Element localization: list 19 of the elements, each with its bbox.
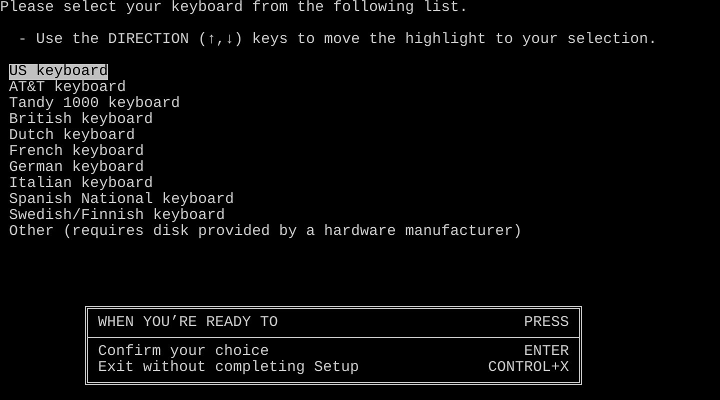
action-label: Exit without completing Setup [98,360,360,376]
keyboard-option[interactable]: US keyboard [9,64,108,80]
keyboard-option[interactable]: British keyboard [9,112,154,128]
keyboard-option[interactable]: AT&T keyboard [9,80,126,96]
keyboard-option[interactable]: Italian keyboard [9,176,154,192]
keyboard-option[interactable]: Spanish National keyboard [9,192,234,208]
keyboard-option[interactable]: German keyboard [9,160,144,176]
heading: Please select your keyboard from the following list. [0,0,470,16]
key-label: ENTER [524,344,569,360]
key-label: CONTROL+X [488,360,569,376]
keyboard-option[interactable]: Dutch keyboard [9,128,136,144]
column-heading: PRESS [524,315,569,331]
keyboard-option[interactable]: Other (requires disk provided by a hardware manufacturer) [9,224,522,240]
keyboard-option[interactable]: French keyboard [9,144,144,160]
action-label: Confirm your choice [98,344,270,360]
instruction-text: - Use the DIRECTION (↑,↓) keys to move the highlight to your selection. [17,32,658,48]
keyboard-option[interactable]: Swedish/Finnish keyboard [9,208,226,224]
keyboard-option[interactable]: Tandy 1000 keyboard [9,96,180,112]
column-heading: WHEN YOU’RE READY TO [98,315,278,331]
